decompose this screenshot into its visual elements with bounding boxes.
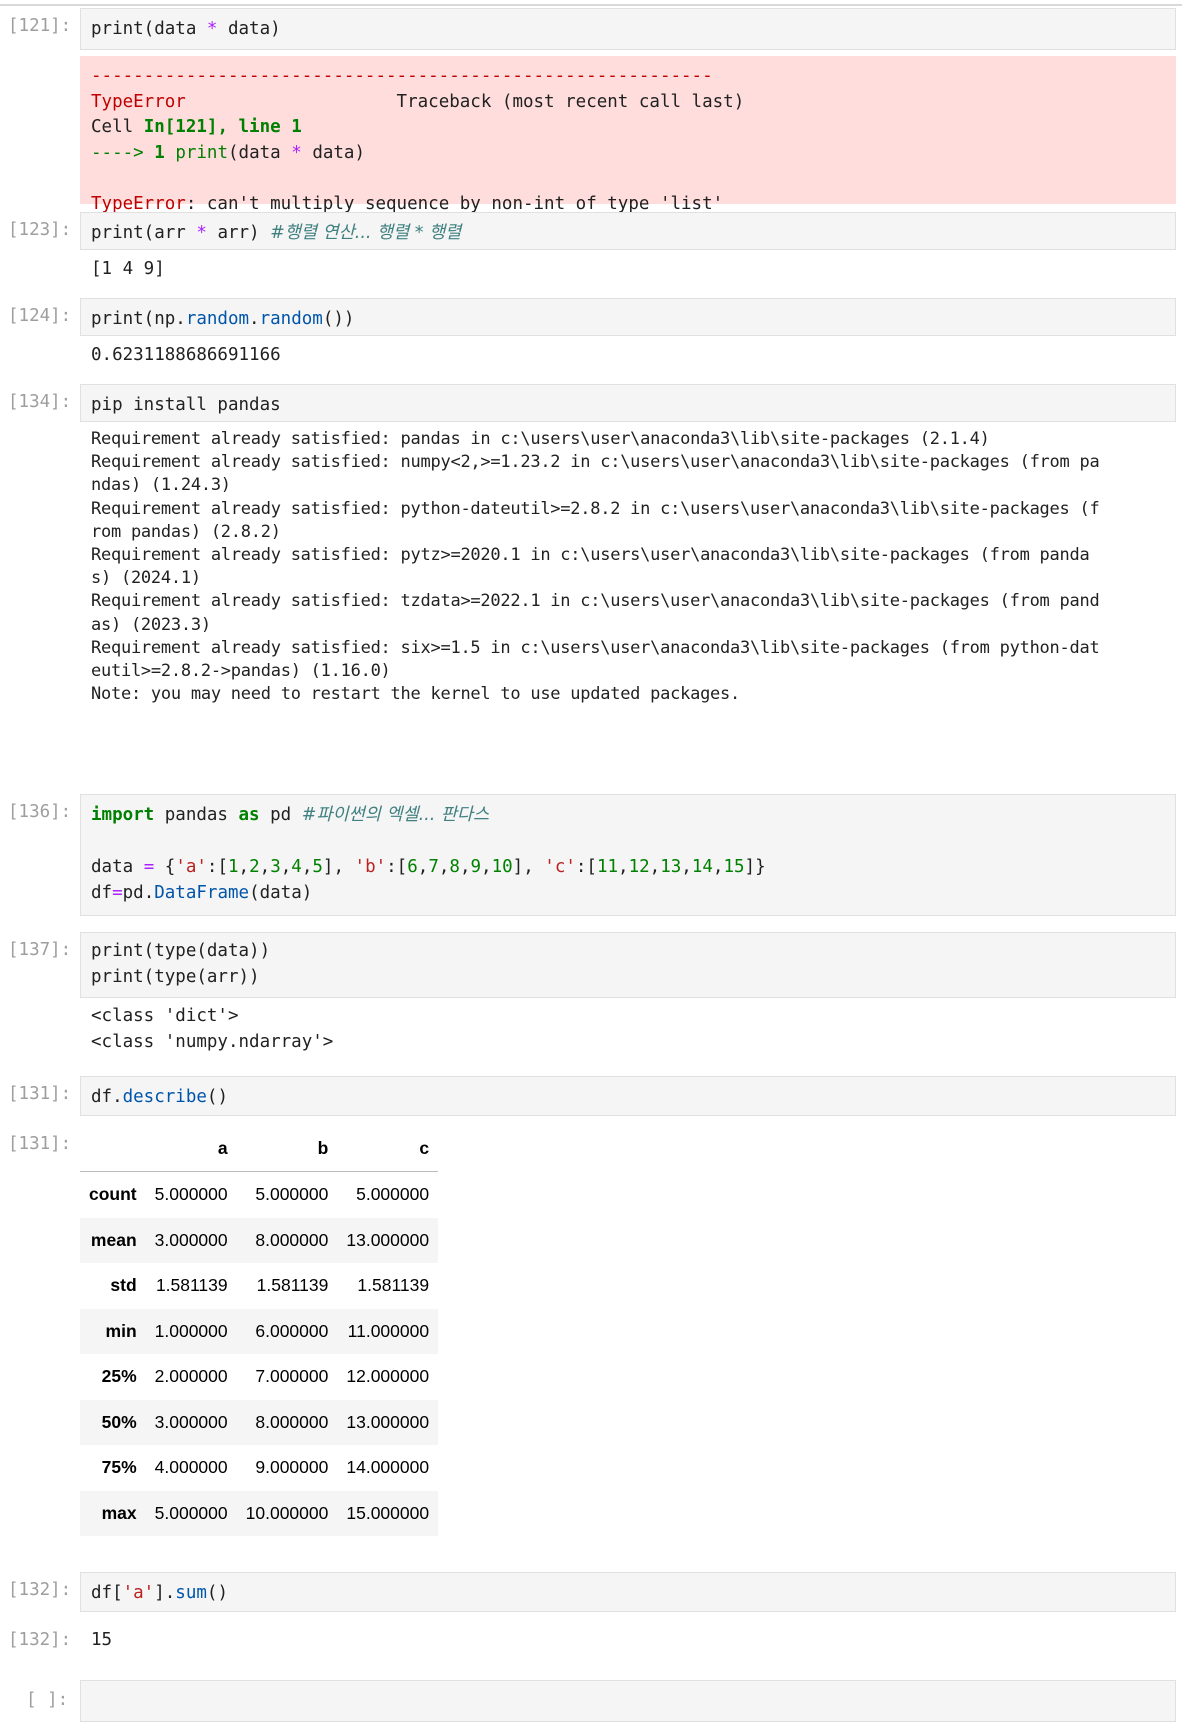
row-label: 50% (101, 1411, 137, 1432)
code-input-124[interactable]: print(np.random.random()) (80, 298, 1176, 336)
column-header: b (236, 1126, 338, 1172)
cell-output-137: <class 'dict'> <class 'numpy.ndarray'> (80, 1004, 1176, 1055)
table-cell: 13.000000 (346, 1229, 430, 1250)
cell-prompt: [124]: (8, 306, 72, 326)
table-row: min 1.000000 6.000000 11.000000 (80, 1308, 439, 1354)
index-header (80, 1126, 146, 1172)
code-input-123[interactable]: print(arr * arr) #행렬 연산... 행렬 * 행렬 (80, 212, 1176, 250)
row-label: count (89, 1184, 137, 1205)
table-row: count 5.000000 5.000000 5.000000 (80, 1172, 438, 1218)
table-cell: 6.000000 (255, 1320, 329, 1341)
code-input-121[interactable]: print(data * data) (80, 8, 1176, 50)
error-message: : can't multiply sequence by non-int of … (185, 193, 724, 214)
table-cell: 13.000000 (346, 1411, 430, 1432)
code-input-136[interactable]: import pandas as pd #파이썬의 엑셀... 판다스 data… (80, 794, 1176, 916)
table-cell: 12.000000 (346, 1366, 430, 1387)
cell-prompt: [137]: (8, 940, 72, 960)
table-cell: 5.000000 (356, 1184, 430, 1205)
table-cell: 8.000000 (255, 1411, 329, 1432)
cell-prompt: [131]: (8, 1084, 72, 1104)
column-header: a (145, 1126, 237, 1172)
table-cell: 3.000000 (154, 1411, 228, 1432)
cell-output-132: 15 (91, 1630, 113, 1650)
describe-table: a b c count 5.000000 5.000000 5.000000 mean… (80, 1126, 439, 1536)
row-label: 25% (101, 1366, 137, 1387)
output-line: Requirement already satisfied: pandas in… (91, 429, 990, 449)
output-line: rom pandas) (2.8.2) (91, 521, 281, 542)
output-line: Requirement already satisfied: numpy<2,>… (91, 452, 1100, 473)
output-line: Requirement already satisfied: python-da… (91, 498, 1100, 519)
traceback-divider: ----------------------------------------… (91, 66, 713, 86)
table-cell: 7.000000 (255, 1366, 329, 1387)
code-input-empty[interactable] (80, 1680, 1176, 1722)
row-label: std (110, 1275, 137, 1296)
table-row: 25% 2.000000 7.000000 12.000000 (80, 1354, 438, 1400)
code-input-134[interactable]: pip install pandas (80, 384, 1176, 422)
table-cell: 15.000000 (346, 1502, 430, 1523)
cell-prompt: [123]: (8, 220, 72, 240)
table-row: mean 3.000000 8.000000 13.000000 (80, 1217, 439, 1263)
output-line: <class 'dict'> (91, 1006, 239, 1026)
output-line: Requirement already satisfied: six>=1.5 … (91, 637, 1100, 658)
cell-output-134: Requirement already satisfied: pandas in… (80, 428, 1176, 706)
output-prompt-132: [132]: (8, 1630, 72, 1650)
error-output-121: ----------------------------------------… (80, 56, 1176, 214)
table-cell: 5.000000 (255, 1184, 329, 1205)
output-line: s) (2024.1) (91, 568, 201, 589)
cell-prompt: [121]: (8, 16, 72, 36)
table-cell: 14.000000 (346, 1457, 430, 1478)
output-line: <class 'numpy.ndarray'> (91, 1031, 334, 1052)
table-row: std 1.581139 1.581139 1.581139 (80, 1263, 438, 1309)
output-line: Requirement already satisfied: pytz>=202… (91, 545, 1090, 566)
table-row: 50% 3.000000 8.000000 13.000000 (80, 1399, 439, 1445)
notebook-top-border (0, 4, 1182, 6)
table-cell: 5.000000 (154, 1184, 228, 1205)
table-cell: 1.581139 (256, 1275, 329, 1296)
table-cell: 10.000000 (245, 1502, 329, 1523)
output-line: Note: you may need to restart the kernel… (91, 684, 741, 705)
table-cell: 1.000000 (154, 1320, 228, 1341)
table-cell: 3.000000 (154, 1229, 228, 1250)
code-input-137[interactable]: print(type(data)) print(type(arr)) (80, 932, 1176, 998)
row-label: max (101, 1502, 137, 1523)
table-cell: 4.000000 (154, 1457, 228, 1478)
table-cell: 2.000000 (154, 1366, 228, 1387)
cell-output-124: 0.6231188686691166 (91, 345, 281, 365)
error-name: TypeError (91, 91, 186, 112)
table-header-row: a b c (80, 1126, 439, 1172)
table-row: 75% 4.000000 9.000000 14.000000 (80, 1445, 438, 1491)
table-cell: 11.000000 (347, 1320, 430, 1341)
output-line: eutil>=2.8.2->pandas) (1.16.0) (91, 661, 391, 682)
traceback-cell-ref: In[121], line 1 (143, 117, 302, 138)
code-input-132[interactable]: df['a'].sum() (80, 1572, 1176, 1612)
column-header: c (337, 1126, 439, 1172)
table-cell: 1.581139 (357, 1275, 430, 1296)
row-label: mean (90, 1229, 137, 1250)
cell-prompt: [136]: (8, 802, 72, 822)
cell-prompt: [134]: (8, 392, 72, 412)
output-line: ndas) (1.24.3) (91, 475, 231, 496)
cell-prompt: [132]: (8, 1580, 72, 1600)
table-cell: 9.000000 (255, 1457, 329, 1478)
table-cell: 5.000000 (154, 1502, 228, 1523)
table-cell: 8.000000 (255, 1229, 329, 1250)
code-input-131[interactable]: df.describe() (80, 1076, 1176, 1116)
cell-output-123: [1 4 9] (91, 259, 165, 279)
cell-prompt: [ ]: (26, 1690, 69, 1710)
output-prompt-131: [131]: (8, 1134, 72, 1154)
output-line: Requirement already satisfied: tzdata>=2… (91, 591, 1100, 612)
row-label: 75% (101, 1457, 137, 1478)
output-line: as) (2023.3) (91, 614, 211, 635)
table-cell: 1.581139 (155, 1275, 228, 1296)
table-row: max 5.000000 10.000000 15.000000 (80, 1490, 439, 1536)
traceback-header: Traceback (most recent call last) (396, 91, 745, 112)
row-label: min (105, 1320, 137, 1341)
